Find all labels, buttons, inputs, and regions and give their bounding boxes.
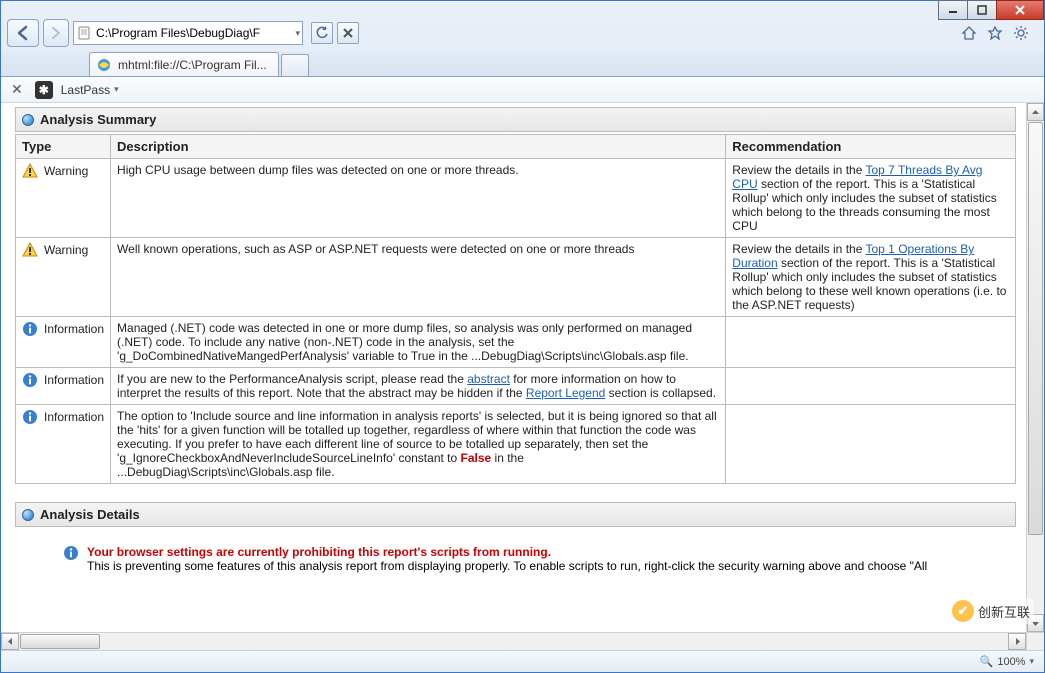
col-recommendation: Recommendation: [726, 135, 1016, 159]
close-button[interactable]: [996, 0, 1044, 20]
recommendation-cell: Review the details in the Top 7 Threads …: [726, 159, 1016, 238]
info-icon: [22, 372, 38, 388]
info-icon: [22, 409, 38, 425]
description-cell: The option to 'Include source and line i…: [111, 405, 726, 484]
tools-icon[interactable]: [1012, 24, 1030, 42]
recommendation-cell: Review the details in the Top 1 Operatio…: [726, 238, 1016, 317]
zoom-level: 100%: [997, 656, 1025, 668]
script-blocked-warning: Your browser settings are currently proh…: [87, 545, 927, 559]
info-icon: [63, 545, 79, 561]
titlebar: [1, 1, 1044, 15]
chevron-down-icon[interactable]: ▾: [1029, 656, 1034, 667]
ie-icon: [96, 57, 112, 73]
tab-title: mhtml:file://C:\Program Fil...: [118, 58, 267, 72]
recommendation-link[interactable]: Top 7 Threads By Avg CPU: [732, 163, 982, 191]
new-tab-button[interactable]: [281, 54, 309, 76]
scroll-thumb[interactable]: [1028, 122, 1043, 535]
browser-window: ▾ mhtml:file://C:\Program Fil... ✕ ✱ Las…: [0, 0, 1045, 673]
description-cell: Managed (.NET) code was detected in one …: [111, 317, 726, 368]
recommendation-cell: [726, 317, 1016, 368]
lastpass-icon: ✱: [35, 81, 53, 99]
description-cell: If you are new to the PerformanceAnalysi…: [111, 368, 726, 405]
scroll-thumb-h[interactable]: [20, 634, 100, 649]
col-type: Type: [16, 135, 111, 159]
navigation-bar: ▾: [1, 15, 1044, 51]
addon-toolbar: ✕ ✱ LastPass ▾: [1, 77, 1044, 103]
favorites-icon[interactable]: [986, 24, 1004, 42]
minimize-button[interactable]: [938, 0, 968, 20]
home-icon[interactable]: [960, 24, 978, 42]
zoom-icon[interactable]: 🔍: [980, 655, 994, 668]
scroll-left-button[interactable]: [1, 633, 19, 650]
close-toolbar-button[interactable]: ✕: [7, 81, 27, 98]
watermark: ✔ 创新互联: [948, 598, 1034, 624]
scroll-right-button[interactable]: [1008, 633, 1026, 650]
description-cell: High CPU usage between dump files was de…: [111, 159, 726, 238]
chevron-down-icon: ▾: [114, 84, 119, 95]
table-row: Information Managed (.NET) code was detec…: [16, 317, 1016, 368]
description-cell: Well known operations, such as ASP or AS…: [111, 238, 726, 317]
status-bar: 🔍 100% ▾: [1, 650, 1044, 672]
tab-strip: mhtml:file://C:\Program Fil...: [1, 51, 1044, 77]
table-row: Warning High CPU usage between dump files…: [16, 159, 1016, 238]
warning-icon: [22, 242, 38, 258]
table-row: Information If you are new to the Perform…: [16, 368, 1016, 405]
script-blocked-detail: This is preventing some features of this…: [87, 559, 927, 573]
vertical-scrollbar[interactable]: [1026, 103, 1044, 632]
type-label: Warning: [44, 164, 88, 178]
addr-dropdown-icon[interactable]: ▾: [295, 28, 300, 39]
col-description: Description: [111, 135, 726, 159]
page-icon: [76, 25, 92, 41]
lastpass-menu[interactable]: LastPass ▾: [61, 83, 119, 97]
report-legend-link[interactable]: Report Legend: [526, 386, 605, 400]
analysis-summary-header[interactable]: Analysis Summary: [15, 107, 1016, 132]
table-row: Information The option to 'Include source…: [16, 405, 1016, 484]
horizontal-scrollbar[interactable]: [1, 632, 1026, 650]
analysis-details-header[interactable]: Analysis Details: [15, 502, 1016, 527]
back-button[interactable]: [7, 19, 39, 47]
type-label: Information: [44, 373, 104, 387]
table-row: Warning Well known operations, such as AS…: [16, 238, 1016, 317]
details-body: Your browser settings are currently proh…: [15, 527, 1016, 573]
type-label: Information: [44, 410, 104, 424]
type-label: Warning: [44, 243, 88, 257]
info-icon: [22, 321, 38, 337]
forward-button[interactable]: [43, 19, 69, 47]
address-input[interactable]: [96, 26, 291, 40]
scroll-corner: [1026, 632, 1044, 650]
collapse-bullet-icon: [22, 114, 34, 126]
browser-tab[interactable]: mhtml:file://C:\Program Fil...: [89, 52, 279, 76]
collapse-bullet-icon: [22, 509, 34, 521]
scroll-up-button[interactable]: [1027, 103, 1044, 121]
abstract-link[interactable]: abstract: [467, 372, 510, 386]
brand-icon: ✔: [952, 600, 974, 622]
recommendation-cell: [726, 368, 1016, 405]
refresh-button[interactable]: [311, 22, 333, 44]
recommendation-cell: [726, 405, 1016, 484]
false-constant: False: [461, 451, 492, 465]
analysis-table: Type Description Recommendation Warning H…: [15, 134, 1016, 484]
stop-button[interactable]: [337, 22, 359, 44]
maximize-button[interactable]: [967, 0, 997, 20]
type-label: Information: [44, 322, 104, 336]
warning-icon: [22, 163, 38, 179]
content-area: Analysis Summary Type Description Recomm…: [1, 103, 1044, 650]
address-bar[interactable]: ▾: [73, 21, 303, 45]
recommendation-link[interactable]: Top 1 Operations By Duration: [732, 242, 974, 270]
